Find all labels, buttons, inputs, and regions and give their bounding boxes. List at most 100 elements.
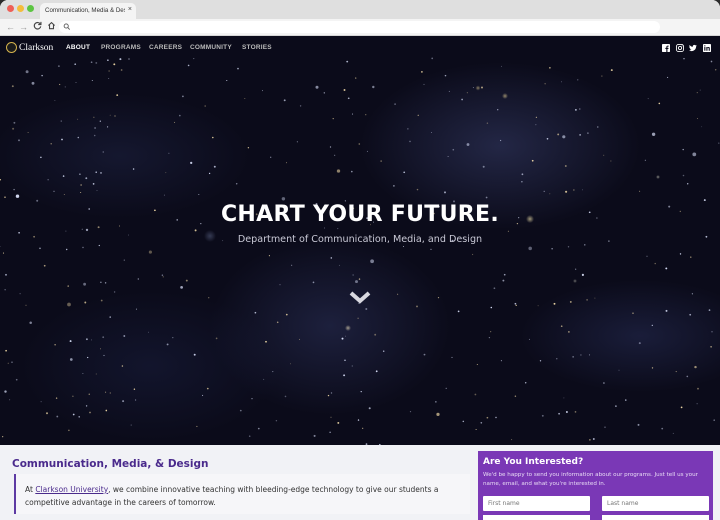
star: [102, 151, 104, 153]
star: [276, 321, 279, 324]
star: [18, 139, 20, 142]
star: [268, 255, 270, 257]
nav-item-careers[interactable]: CAREERS: [149, 44, 182, 51]
star: [537, 305, 539, 307]
nav-item-programs[interactable]: PROGRAMS: [101, 44, 141, 51]
maximize-window-button[interactable]: [27, 5, 34, 12]
star: [521, 181, 523, 183]
star: [82, 246, 84, 249]
star: [105, 391, 107, 393]
star: [691, 293, 694, 295]
email-field[interactable]: [483, 515, 590, 520]
star: [421, 71, 423, 73]
star: [206, 387, 209, 390]
nav-item-stories[interactable]: STORIES: [242, 44, 272, 51]
star: [93, 116, 95, 118]
star: [208, 297, 210, 299]
star: [713, 419, 715, 421]
star: [92, 183, 95, 185]
star: [562, 135, 566, 139]
star: [358, 278, 361, 280]
linkedin-icon[interactable]: [703, 44, 711, 52]
star: [100, 299, 103, 302]
last-name-field[interactable]: [602, 496, 709, 511]
address-bar[interactable]: [59, 21, 660, 33]
nav-item-about[interactable]: ABOUT: [66, 44, 90, 51]
star: [551, 248, 553, 250]
star: [100, 281, 102, 283]
star: [490, 331, 492, 333]
interest-field[interactable]: [602, 515, 709, 520]
forward-button[interactable]: →: [19, 21, 28, 33]
star: [296, 141, 298, 143]
browser-tab[interactable]: Communication, Media & Des... ×: [40, 3, 136, 19]
star: [581, 273, 584, 276]
home-button[interactable]: [47, 21, 56, 33]
clarkson-university-link[interactable]: Clarkson University: [35, 485, 108, 494]
star: [54, 344, 56, 346]
star: [651, 367, 654, 369]
star: [574, 108, 577, 111]
star: [55, 397, 58, 399]
star: [563, 397, 565, 399]
star: [344, 359, 346, 361]
star: [665, 267, 668, 270]
star: [215, 337, 218, 340]
star: [549, 193, 551, 195]
star: [98, 244, 100, 247]
star: [557, 133, 560, 136]
facebook-icon[interactable]: [662, 44, 670, 52]
reload-button[interactable]: [33, 21, 42, 33]
star: [72, 413, 75, 416]
star: [330, 416, 332, 418]
star: [330, 257, 333, 259]
star: [327, 394, 330, 397]
star: [682, 148, 684, 151]
star: [114, 115, 116, 117]
star: [515, 304, 517, 307]
star: [323, 227, 326, 229]
star: [558, 412, 560, 415]
star: [355, 280, 358, 284]
star: [351, 365, 353, 367]
chevron-down-icon[interactable]: [349, 291, 371, 305]
star: [89, 411, 91, 414]
star: [553, 302, 556, 305]
star: [213, 165, 216, 168]
star: [528, 246, 532, 251]
star: [651, 324, 653, 327]
minimize-window-button[interactable]: [17, 5, 24, 12]
star: [431, 132, 432, 134]
twitter-icon[interactable]: [689, 44, 697, 52]
nav-item-community[interactable]: COMMUNITY: [190, 44, 232, 51]
star: [475, 428, 477, 431]
star: [579, 108, 581, 110]
star: [46, 412, 48, 415]
star: [524, 382, 527, 384]
star: [351, 170, 353, 173]
star: [251, 398, 253, 400]
back-button[interactable]: ←: [6, 21, 15, 33]
star: [298, 338, 301, 340]
star: [336, 169, 341, 173]
star: [103, 354, 105, 357]
star: [132, 168, 135, 170]
star: [25, 70, 29, 74]
close-window-button[interactable]: [7, 5, 14, 12]
star: [699, 89, 701, 91]
instagram-icon[interactable]: [676, 44, 684, 52]
star: [193, 353, 196, 356]
logo-text: Clarkson: [19, 42, 54, 53]
star: [121, 365, 124, 367]
star: [597, 126, 599, 128]
star: [109, 316, 111, 318]
star: [343, 374, 346, 377]
star: [710, 60, 713, 63]
clarkson-logo[interactable]: Clarkson: [6, 41, 53, 54]
first-name-field[interactable]: [483, 496, 590, 511]
star: [644, 159, 646, 161]
tab-close-icon[interactable]: ×: [128, 6, 132, 13]
star: [163, 194, 165, 196]
star: [565, 190, 568, 193]
star: [569, 300, 572, 303]
